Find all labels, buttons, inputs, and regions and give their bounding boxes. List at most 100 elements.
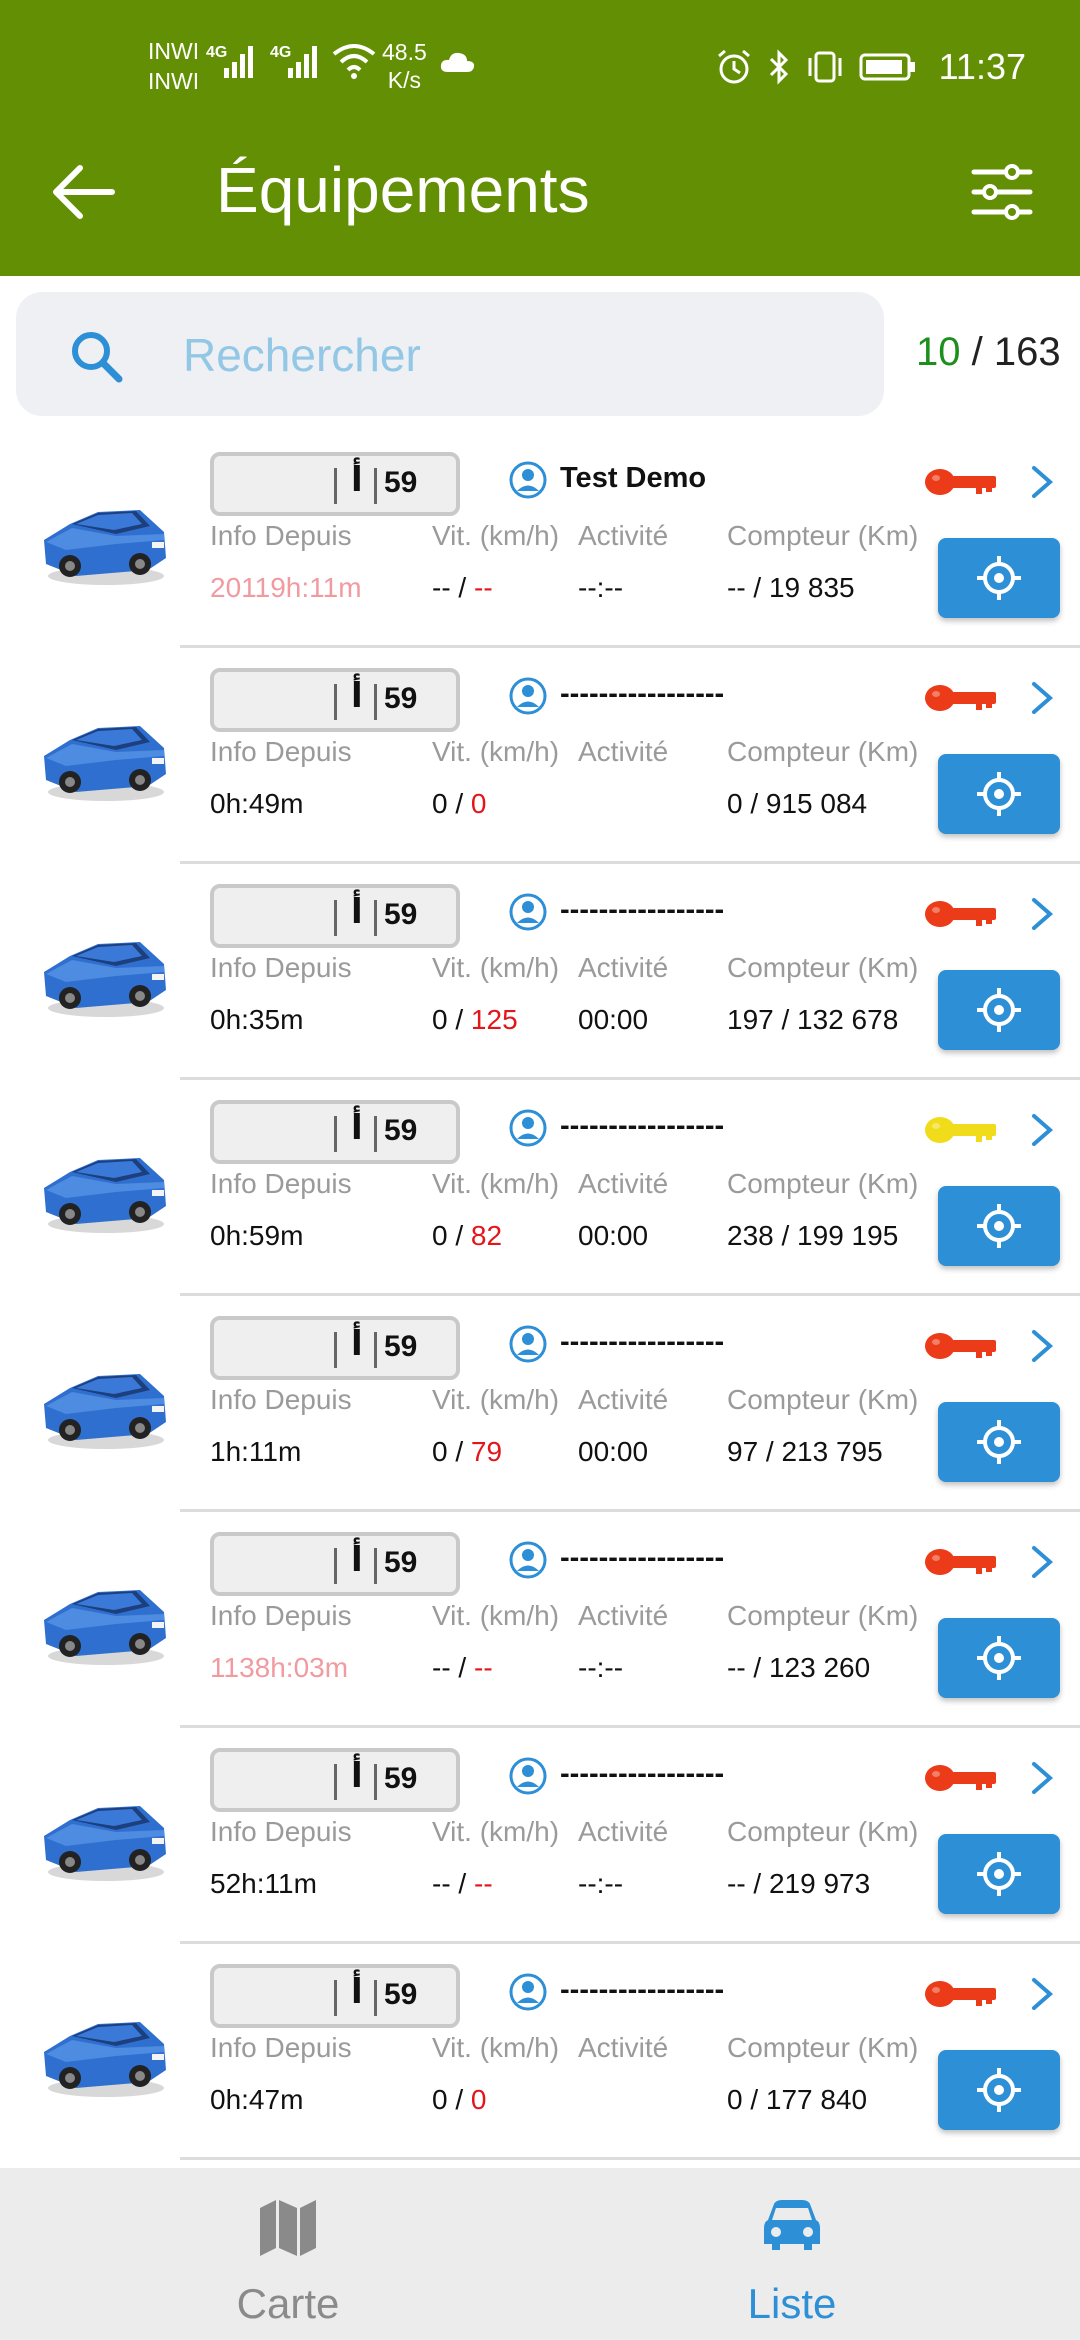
chevron-right-icon[interactable]: [1030, 1112, 1054, 1148]
locate-button[interactable]: [938, 2050, 1060, 2130]
locate-button[interactable]: [938, 538, 1060, 618]
ignition-key-icon: [925, 1981, 996, 2007]
license-plate: أ 59: [210, 1316, 460, 1380]
equipment-row[interactable]: أ 59 ----------------- Info Depuis Vit. …: [0, 1728, 1080, 1944]
plate-divider: [334, 1764, 337, 1800]
tab-liste[interactable]: Liste: [522, 2168, 1062, 2340]
plate-divider: [334, 1332, 337, 1368]
license-plate: أ 59: [210, 1532, 460, 1596]
plate-number: 59: [384, 1114, 418, 1147]
alarm-icon: [717, 49, 750, 84]
crosshair-icon: [977, 988, 1021, 1032]
plate-divider: [334, 468, 337, 504]
chevron-right-icon[interactable]: [1030, 680, 1054, 716]
equipment-row[interactable]: أ 59 ----------------- Info Depuis Vit. …: [0, 864, 1080, 1080]
chevron-right-icon[interactable]: [1030, 464, 1054, 500]
chevron-right-icon[interactable]: [1030, 1544, 1054, 1580]
plate-letter: أ: [351, 1757, 363, 1795]
odometer-value: -- / 219 973: [727, 1868, 871, 1899]
car-icon: [44, 726, 166, 801]
chevron-right-icon[interactable]: [1030, 1976, 1054, 2012]
equipment-row[interactable]: أ 59 Test Demo Info Depuis Vit. (km/h) A…: [0, 432, 1080, 648]
equipment-row[interactable]: أ 59 ----------------- Info Depuis Vit. …: [0, 648, 1080, 864]
odometer-value: -- / 123 260: [727, 1652, 871, 1683]
locate-button[interactable]: [938, 1618, 1060, 1698]
driver-name: Test Demo: [560, 462, 707, 494]
plate-number: 59: [384, 1546, 418, 1579]
plate-divider: [334, 1116, 337, 1152]
driver-avatar-icon: [509, 461, 547, 499]
plate-number: 59: [384, 1762, 418, 1795]
bottom-navigation: Carte Liste: [0, 2168, 1080, 2340]
plate-number: 59: [384, 898, 418, 931]
locate-button[interactable]: [938, 1834, 1060, 1914]
cloud-icon: [440, 52, 475, 72]
equipment-row[interactable]: أ 59 ----------------- Info Depuis Vit. …: [0, 1296, 1080, 1512]
chevron-right-icon[interactable]: [1030, 1760, 1054, 1796]
speed-label: Vit. (km/h): [432, 1384, 560, 1415]
search-bar[interactable]: [16, 292, 884, 416]
license-plate: أ 59: [210, 452, 460, 516]
driver-avatar-icon: [509, 1973, 547, 2011]
chevron-right-icon[interactable]: [1030, 1328, 1054, 1364]
ignition-key-icon: [925, 901, 996, 927]
search-input[interactable]: [181, 320, 845, 390]
speed-value: 0 / 0: [432, 788, 487, 820]
odometer-value: 0 / 915 084: [727, 788, 868, 819]
license-plate: أ 59: [210, 1100, 460, 1164]
locate-button[interactable]: [938, 754, 1060, 834]
driver-name: -----------------: [560, 1758, 725, 1790]
back-arrow-icon[interactable]: [52, 164, 116, 220]
chevron-right-icon[interactable]: [1030, 896, 1054, 932]
activity-label: Activité: [578, 2032, 669, 2063]
info-since-value: 0h:47m: [210, 2084, 304, 2115]
speed-max: 82: [470, 1220, 503, 1251]
locate-button[interactable]: [938, 970, 1060, 1050]
activity-value: 00:00: [578, 1436, 649, 1467]
plate-divider: [334, 684, 337, 720]
odometer-label: Compteur (Km): [727, 1384, 919, 1415]
odometer-label: Compteur (Km): [727, 952, 919, 983]
ignition-key-icon: [925, 685, 996, 711]
info-since-label: Info Depuis: [210, 952, 352, 983]
plate-letter: أ: [351, 1109, 363, 1147]
tab-carte[interactable]: Carte: [18, 2168, 558, 2340]
equipment-row[interactable]: أ 59 ----------------- Info Depuis Vit. …: [0, 1080, 1080, 1296]
driver-avatar-icon: [509, 1541, 547, 1579]
license-plate: أ 59: [210, 884, 460, 948]
speed-max: 79: [470, 1436, 503, 1467]
car-icon: [764, 2200, 820, 2250]
locate-button[interactable]: [938, 1186, 1060, 1266]
odometer-label: Compteur (Km): [727, 2032, 919, 2063]
odometer-label: Compteur (Km): [727, 520, 919, 551]
speed-max: 0: [470, 788, 487, 819]
plate-number: 59: [384, 1978, 418, 2011]
driver-name: -----------------: [560, 894, 725, 926]
speed-label: Vit. (km/h): [432, 1816, 560, 1847]
info-since-value: 1h:11m: [210, 1436, 302, 1467]
equipment-row[interactable]: أ 59 ----------------- Info Depuis Vit. …: [0, 1512, 1080, 1728]
locate-button[interactable]: [938, 1402, 1060, 1482]
activity-value: 00:00: [578, 1220, 649, 1251]
info-since-label: Info Depuis: [210, 1384, 352, 1415]
status-bar: INWI INWI 4G 4G 48.5 K/s 11:37: [0, 0, 1080, 120]
info-since-label: Info Depuis: [210, 736, 352, 767]
carrier-2: INWI: [148, 68, 200, 94]
crosshair-icon: [977, 2068, 1021, 2112]
info-since-label: Info Depuis: [210, 1168, 352, 1199]
plate-divider: [334, 1548, 337, 1584]
info-since-value: 1138h:03m: [210, 1652, 349, 1683]
car-icon: [44, 1374, 166, 1449]
counter-separator: /: [960, 330, 994, 374]
tab-liste-label: Liste: [747, 2280, 837, 2327]
equipment-row[interactable]: أ 59 ----------------- Info Depuis Vit. …: [0, 1944, 1080, 2160]
odometer-label: Compteur (Km): [727, 736, 919, 767]
plate-letter: أ: [351, 677, 363, 715]
filter-settings-icon[interactable]: [970, 162, 1034, 222]
driver-name: -----------------: [560, 1326, 725, 1358]
info-since-value: 0h:59m: [210, 1220, 304, 1251]
car-icon: [44, 2022, 166, 2097]
carrier-1: INWI: [148, 38, 200, 64]
equipment-list: أ 59 Test Demo Info Depuis Vit. (km/h) A…: [0, 432, 1080, 2160]
speed-current: -- /: [432, 1868, 474, 1899]
